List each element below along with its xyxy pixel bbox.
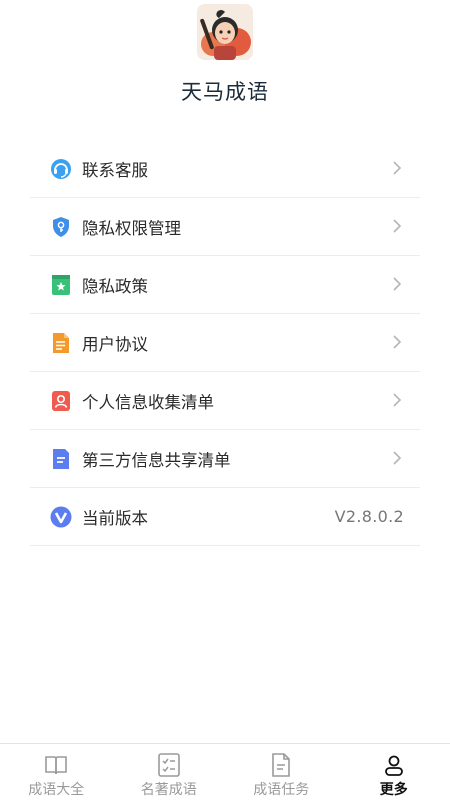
menu-item-privacy-permissions[interactable]: 隐私权限管理 [30,198,420,256]
bookmark-star-icon [50,274,72,296]
menu-item-third-party-sharing[interactable]: 第三方信息共享清单 [30,430,420,488]
shield-key-icon [50,216,72,238]
document-lines-icon [50,332,72,354]
menu-item-privacy-policy[interactable]: 隐私政策 [30,256,420,314]
tab-idiom-tasks[interactable]: 成语任务 [225,744,338,800]
menu-item-label: 隐私政策 [82,276,148,296]
tab-label: 更多 [379,782,408,798]
app-avatar [197,4,253,60]
chevron-right-icon [393,393,402,407]
menu-item-label: 当前版本 [82,508,148,528]
chevron-right-icon [393,277,402,291]
settings-menu: 联系客服 隐私权限管理 隐私政策 用户协议 个人信息收集清单 第三方信息共享清单… [30,140,420,546]
tab-label: 名著成语 [140,782,197,798]
checklist-icon [157,753,180,777]
version-v-icon [50,506,72,528]
tab-label: 成语大全 [28,782,85,798]
open-book-icon [45,756,68,775]
tab-more[interactable]: 更多 [338,744,450,800]
cartoon-character-icon [197,4,253,60]
tab-classic-idioms[interactable]: 名著成语 [113,744,226,800]
tab-idiom-collection[interactable]: 成语大全 [0,744,113,800]
user-profile-icon [384,755,403,776]
menu-item-user-agreement[interactable]: 用户协议 [30,314,420,372]
menu-item-label: 隐私权限管理 [82,218,181,238]
menu-item-contact-support[interactable]: 联系客服 [30,140,420,198]
menu-item-label: 第三方信息共享清单 [82,450,231,470]
menu-item-personal-info-list[interactable]: 个人信息收集清单 [30,372,420,430]
menu-item-label: 用户协议 [82,334,148,354]
task-document-icon [272,753,291,777]
menu-item-current-version: 当前版本 V2.8.0.2 [30,488,420,546]
menu-item-label: 联系客服 [82,160,148,180]
tab-label: 成语任务 [253,782,310,798]
more-page: 天马成语 联系客服 隐私权限管理 隐私政策 用户协议 个人信息收集清单 第三方信… [0,0,450,800]
chevron-right-icon [393,219,402,233]
bottom-tab-bar: 成语大全 名著成语 成语任务 更多 [0,743,450,800]
menu-item-label: 个人信息收集清单 [82,392,214,412]
chevron-right-icon [393,451,402,465]
headset-support-icon [50,158,72,180]
app-title: 天马成语 [181,80,269,104]
chevron-right-icon [393,161,402,175]
person-card-icon [50,390,72,412]
version-number: V2.8.0.2 [334,507,404,526]
file-share-icon [50,448,72,470]
chevron-right-icon [393,335,402,349]
